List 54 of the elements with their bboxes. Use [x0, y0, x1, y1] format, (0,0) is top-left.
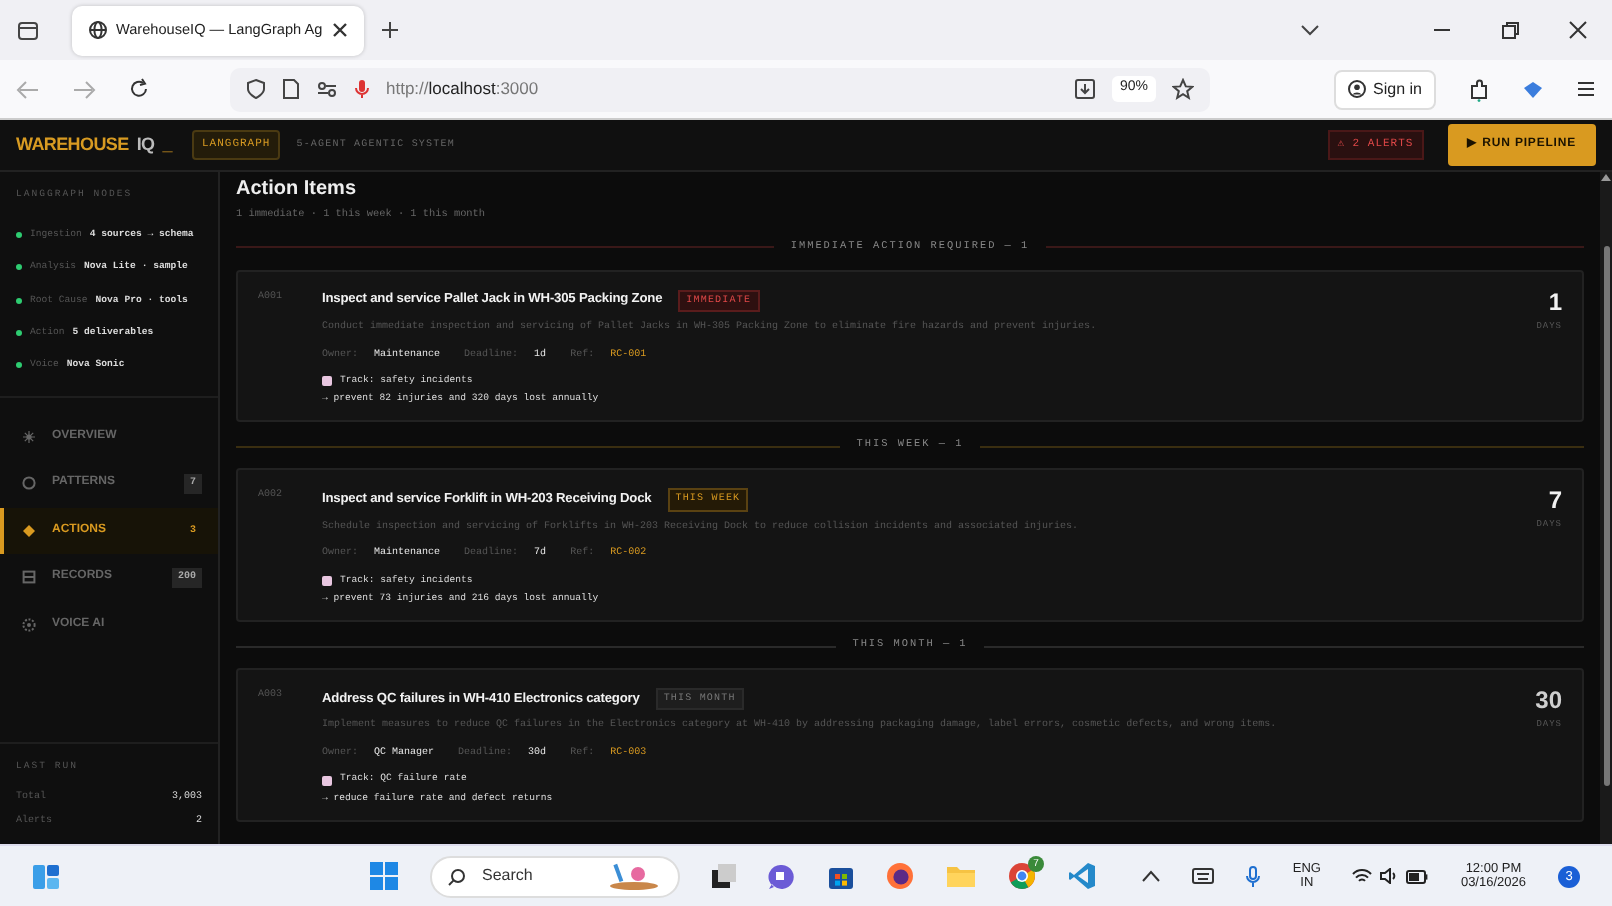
- microphone-icon: [354, 78, 370, 100]
- status-dot: [16, 264, 22, 271]
- logo-suffix: IQ: [136, 131, 155, 158]
- scrollbar-thumb[interactable]: [1603, 246, 1609, 786]
- status-dot: [16, 362, 22, 369]
- status-dot: [16, 232, 22, 239]
- keyboard-icon[interactable]: [1192, 868, 1215, 884]
- new-tab-icon[interactable]: [380, 20, 400, 40]
- circle-icon: [22, 476, 36, 491]
- restore-icon[interactable]: [1500, 20, 1520, 40]
- firefox-icon[interactable]: [886, 862, 914, 890]
- account-icon: [1347, 80, 1366, 98]
- speaker-icon[interactable]: [1380, 868, 1399, 884]
- chrome-icon[interactable]: [1008, 862, 1036, 890]
- cursor-mark: _: [162, 131, 172, 158]
- days-count: 1: [1546, 289, 1562, 314]
- logo-text: WAREHOUSE: [16, 131, 129, 158]
- close-icon[interactable]: [1568, 20, 1588, 40]
- url-text: http://localhost:3000: [386, 76, 541, 102]
- start-icon[interactable]: [370, 862, 398, 890]
- shield-icon: [246, 78, 266, 100]
- diamond-icon: [22, 523, 36, 538]
- chevron-up-icon[interactable]: [1142, 870, 1161, 882]
- meet-icon[interactable]: [768, 863, 796, 889]
- widgets-icon[interactable]: [32, 863, 60, 889]
- sliders-icon: [316, 80, 338, 98]
- overview-icon: [22, 430, 36, 445]
- tab-list-icon[interactable]: [16, 18, 40, 42]
- store-icon[interactable]: [828, 863, 854, 889]
- download-icon: [1073, 78, 1096, 100]
- task-view-icon[interactable]: [712, 864, 736, 888]
- globe-icon: [88, 20, 108, 40]
- menu-icon[interactable]: [1576, 80, 1596, 98]
- code-editor-icon[interactable]: [1068, 862, 1096, 890]
- voice-icon: [22, 617, 36, 632]
- records-icon: [22, 570, 36, 585]
- days-count: 30: [1533, 687, 1562, 712]
- extensions-icon[interactable]: [1468, 77, 1490, 101]
- search-icon: [448, 867, 466, 885]
- days-count: 7: [1546, 488, 1562, 513]
- status-dot: [16, 329, 22, 336]
- status-dot: [16, 297, 22, 304]
- chevron-down-icon[interactable]: [1300, 20, 1320, 40]
- microphone-icon[interactable]: [1246, 865, 1261, 887]
- page-title: Action Items: [236, 180, 359, 200]
- sign-in-button[interactable]: Sign in: [1333, 69, 1436, 109]
- page-icon: [282, 78, 300, 100]
- close-icon[interactable]: [332, 22, 348, 38]
- star-icon: [1172, 78, 1194, 100]
- reload-icon[interactable]: [128, 78, 150, 100]
- extension-icon[interactable]: [1522, 79, 1544, 99]
- wifi-icon[interactable]: [1352, 868, 1373, 884]
- battery-icon[interactable]: [1406, 869, 1429, 883]
- taskbar-search[interactable]: Search: [430, 855, 680, 897]
